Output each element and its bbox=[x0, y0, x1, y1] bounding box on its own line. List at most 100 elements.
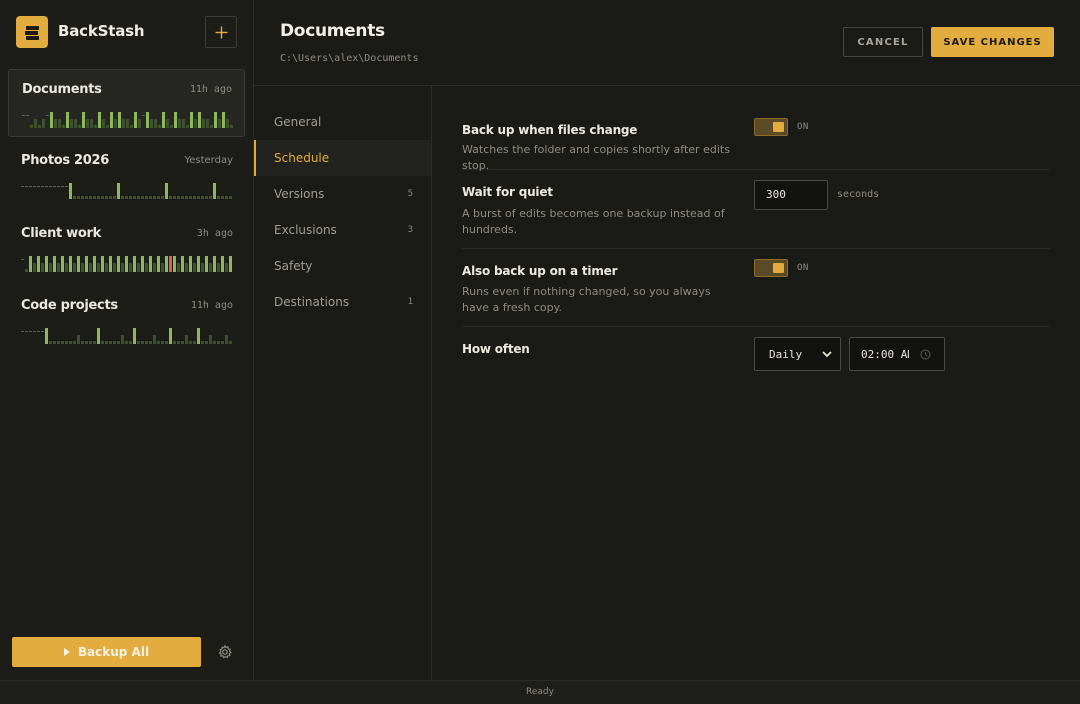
sparkline-bar bbox=[117, 256, 120, 272]
sparkline-bar bbox=[62, 125, 65, 128]
sparkline-bar bbox=[225, 335, 228, 344]
sparkline-bar bbox=[29, 331, 32, 332]
sparkline-bar bbox=[182, 119, 185, 128]
sparkline-bar bbox=[177, 341, 180, 344]
nav-item-general[interactable]: General bbox=[254, 104, 431, 140]
sparkline-bar bbox=[157, 256, 160, 272]
save-changes-button[interactable]: SAVE CHANGES bbox=[931, 27, 1054, 57]
nav-item-label: Exclusions bbox=[274, 223, 337, 237]
setting-title: How often bbox=[462, 342, 530, 356]
source-name: Code projects bbox=[21, 298, 118, 313]
sparkline-bar bbox=[121, 263, 124, 272]
sparkline-bar bbox=[41, 186, 44, 187]
sparkline-bar bbox=[181, 256, 184, 272]
nav-item-label: General bbox=[274, 115, 322, 129]
sparkline-bar bbox=[125, 341, 128, 344]
sparkline-bar bbox=[226, 119, 229, 128]
sparkline-bar bbox=[161, 196, 164, 199]
backup-history-sparkline bbox=[22, 112, 233, 128]
source-item-client-work[interactable]: Client work 3h ago bbox=[8, 214, 245, 282]
sparkline-bar bbox=[197, 328, 200, 344]
sparkline-bar bbox=[101, 341, 104, 344]
sparkline-bar bbox=[210, 125, 213, 128]
setting-how-often: How often Daily 02:00 AM bbox=[462, 327, 1050, 387]
add-source-button[interactable] bbox=[205, 16, 237, 48]
sparkline-bar bbox=[29, 256, 32, 272]
nav-item-count: 1 bbox=[407, 297, 413, 307]
sparkline-bar bbox=[45, 186, 48, 187]
sparkline-bar bbox=[114, 119, 117, 128]
cancel-button[interactable]: CANCEL bbox=[843, 27, 923, 57]
sparkline-bar bbox=[229, 196, 232, 199]
source-item-photos-2026[interactable]: Photos 2026 Yesterday bbox=[8, 141, 245, 209]
sparkline-bar bbox=[190, 112, 193, 128]
sparkline-bar bbox=[74, 119, 77, 128]
sparkline-bar bbox=[109, 256, 112, 272]
sparkline-bar bbox=[106, 125, 109, 128]
nav-item-schedule[interactable]: Schedule bbox=[254, 140, 431, 176]
sparkline-bar bbox=[33, 186, 36, 187]
sparkline-bar bbox=[25, 331, 28, 332]
sparkline-bar bbox=[33, 263, 36, 272]
sparkline-bar bbox=[221, 196, 224, 199]
sparkline-bar bbox=[222, 112, 225, 128]
sparkline-bar bbox=[30, 125, 33, 128]
sparkline-bar bbox=[61, 256, 64, 272]
sparkline-bar bbox=[109, 196, 112, 199]
nav-item-exclusions[interactable]: Exclusions 3 bbox=[254, 212, 431, 248]
sparkline-bar bbox=[225, 196, 228, 199]
sparkline-bar bbox=[73, 341, 76, 344]
quiet-seconds-input[interactable]: 300 bbox=[754, 180, 828, 210]
sparkline-bar bbox=[61, 341, 64, 344]
sparkline-bar bbox=[181, 341, 184, 344]
sparkline-bar bbox=[189, 256, 192, 272]
sparkline-bar bbox=[101, 256, 104, 272]
sparkline-bar bbox=[173, 256, 176, 272]
nav-item-destinations[interactable]: Destinations 1 bbox=[254, 284, 431, 320]
timer-backup-toggle[interactable] bbox=[754, 259, 788, 277]
sparkline-bar bbox=[57, 263, 60, 272]
settings-button[interactable] bbox=[217, 644, 233, 660]
sparkline-bar bbox=[169, 256, 172, 272]
sparkline-bar bbox=[165, 183, 168, 199]
sparkline-bar bbox=[97, 263, 100, 272]
sparkline-bar bbox=[82, 112, 85, 128]
sparkline-bar bbox=[105, 341, 108, 344]
sparkline-bar bbox=[37, 186, 40, 187]
source-item-code-projects[interactable]: Code projects 11h ago bbox=[8, 286, 245, 354]
source-last-backup: 11h ago bbox=[190, 300, 233, 311]
sparkline-bar bbox=[77, 196, 80, 199]
nav-item-label: Versions bbox=[274, 187, 325, 201]
sparkline-bar bbox=[193, 341, 196, 344]
sparkline-bar bbox=[117, 341, 120, 344]
toggle-state-label: ON bbox=[797, 263, 809, 273]
sparkline-bar bbox=[206, 119, 209, 128]
sparkline-bar bbox=[201, 341, 204, 344]
sparkline-bar bbox=[73, 263, 76, 272]
sparkline-bar bbox=[141, 196, 144, 199]
sparkline-bar bbox=[49, 186, 52, 187]
sparkline-bar bbox=[86, 119, 89, 128]
sparkline-bar bbox=[78, 125, 81, 128]
sparkline-bar bbox=[113, 341, 116, 344]
nav-item-versions[interactable]: Versions 5 bbox=[254, 176, 431, 212]
source-last-backup: 3h ago bbox=[196, 228, 233, 239]
sparkline-bar bbox=[129, 341, 132, 344]
sparkline-bar bbox=[130, 125, 133, 128]
sparkline-bar bbox=[66, 112, 69, 128]
backup-all-button[interactable]: Backup All bbox=[12, 637, 201, 667]
sparkline-bar bbox=[58, 119, 61, 128]
sparkline-bar bbox=[101, 196, 104, 199]
sparkline-bar bbox=[61, 186, 64, 187]
backup-on-change-toggle[interactable] bbox=[754, 118, 788, 136]
sparkline-bar bbox=[46, 115, 49, 116]
sparkline-bar bbox=[230, 125, 233, 128]
time-input[interactable]: 02:00 AM bbox=[849, 337, 945, 371]
sparkline-bar bbox=[69, 341, 72, 344]
sparkline-bar bbox=[197, 256, 200, 272]
sparkline-bar bbox=[153, 263, 156, 272]
sparkline-bar bbox=[57, 186, 60, 187]
nav-item-safety[interactable]: Safety bbox=[254, 248, 431, 284]
frequency-select[interactable]: Daily bbox=[754, 337, 841, 371]
source-item-documents[interactable]: Documents 11h ago bbox=[8, 69, 245, 137]
